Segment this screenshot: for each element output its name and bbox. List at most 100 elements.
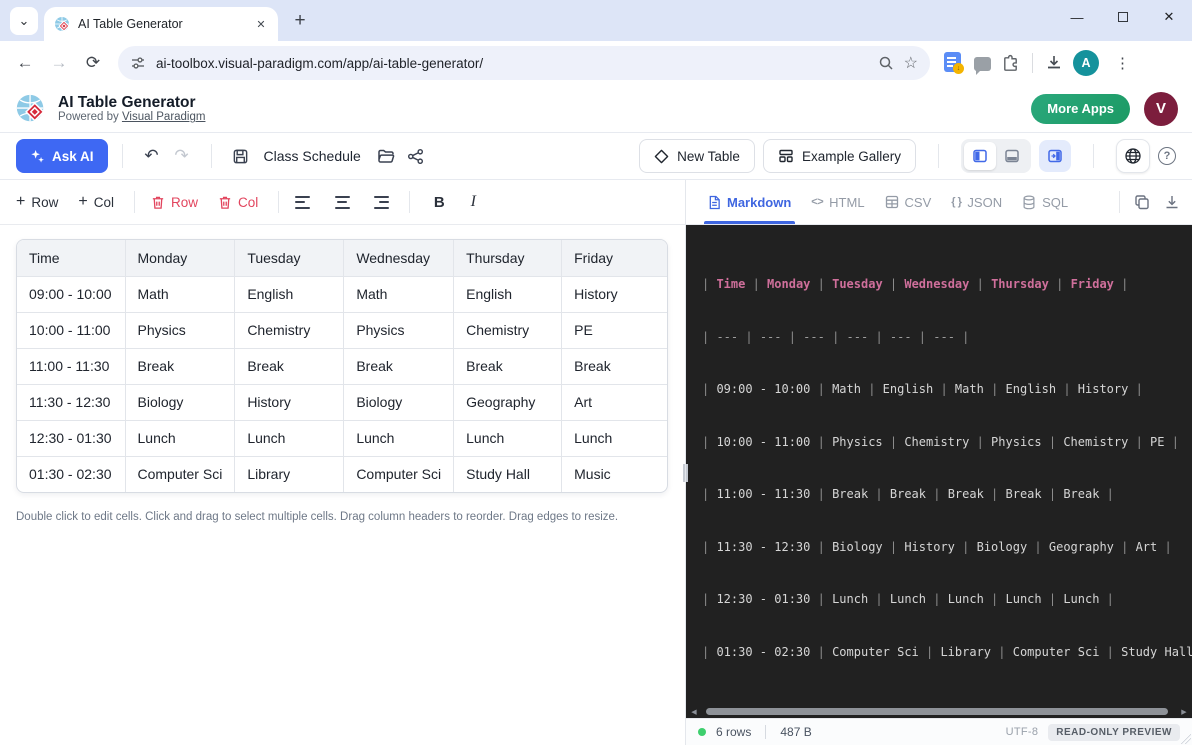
browser-profile-avatar[interactable]: A [1073, 50, 1099, 76]
new-tab-button[interactable]: + [286, 7, 314, 35]
browser-menu-button[interactable]: ⋮ [1109, 54, 1136, 72]
docs-extension-icon[interactable]: ↓ [944, 52, 964, 74]
scroll-right-icon[interactable]: ▶ [1176, 708, 1192, 716]
split-horizontal-button[interactable] [996, 142, 1028, 170]
cell[interactable]: Break [344, 348, 454, 384]
table-row[interactable]: 01:30 - 02:30Computer SciLibraryComputer… [17, 456, 667, 492]
add-row-button[interactable]: +Row [16, 193, 58, 211]
save-button[interactable] [226, 141, 256, 171]
reload-button[interactable]: ⟳ [78, 48, 108, 78]
cell[interactable]: Library [235, 456, 344, 492]
open-file-button[interactable] [371, 141, 401, 171]
cell[interactable]: Music [562, 456, 667, 492]
cell[interactable]: Math [125, 276, 235, 312]
user-avatar[interactable]: V [1144, 92, 1178, 126]
markdown-preview[interactable]: | Time | Monday | Tuesday | Wednesday | … [686, 225, 1192, 705]
copy-button[interactable] [1134, 194, 1150, 210]
resize-grip[interactable] [1181, 734, 1191, 744]
bookmark-star-icon[interactable]: ☆ [904, 53, 918, 73]
back-button[interactable]: ← [10, 48, 40, 78]
cell[interactable]: History [235, 384, 344, 420]
cell[interactable]: Study Hall [454, 456, 562, 492]
cell[interactable]: 10:00 - 11:00 [17, 312, 125, 348]
cell[interactable]: Lunch [235, 420, 344, 456]
italic-button[interactable]: I [460, 189, 486, 215]
bold-button[interactable]: B [426, 189, 452, 215]
visual-paradigm-link[interactable]: Visual Paradigm [122, 111, 206, 123]
maximize-button[interactable] [1100, 0, 1146, 34]
cell[interactable]: History [562, 276, 667, 312]
browser-tab[interactable]: AI Table Generator ✕ [44, 7, 278, 41]
downloads-icon[interactable] [1045, 54, 1063, 72]
minimize-button[interactable]: — [1054, 0, 1100, 34]
column-header[interactable]: Tuesday [235, 240, 344, 276]
cell[interactable]: Lunch [454, 420, 562, 456]
close-window-button[interactable]: ✕ [1146, 0, 1192, 34]
new-table-button[interactable]: New Table [639, 139, 755, 173]
cell[interactable]: Physics [125, 312, 235, 348]
chat-extension-icon[interactable] [974, 57, 991, 71]
zoom-icon[interactable] [878, 55, 894, 71]
toggle-preview-panel-button[interactable] [1039, 140, 1071, 172]
help-button[interactable]: ? [1158, 147, 1176, 165]
site-settings-icon[interactable] [130, 55, 146, 71]
tab-markdown[interactable]: Markdown [698, 180, 801, 224]
example-gallery-button[interactable]: Example Gallery [763, 139, 916, 173]
address-bar[interactable]: ai-toolbox.visual-paradigm.com/app/ai-ta… [118, 46, 930, 80]
cell[interactable]: Break [562, 348, 667, 384]
tab-json[interactable]: { } JSON [941, 180, 1012, 224]
tab-sql[interactable]: SQL [1012, 180, 1078, 224]
cell[interactable]: 09:00 - 10:00 [17, 276, 125, 312]
extensions-puzzle-icon[interactable] [1001, 54, 1020, 73]
forward-button[interactable]: → [44, 48, 74, 78]
tab-html[interactable]: <> HTML [801, 180, 874, 224]
table-header-row[interactable]: Time Monday Tuesday Wednesday Thursday F… [17, 240, 667, 276]
scrollbar-thumb[interactable] [706, 708, 1168, 715]
cell[interactable]: Break [454, 348, 562, 384]
cell[interactable]: 12:30 - 01:30 [17, 420, 125, 456]
cell[interactable]: 01:30 - 02:30 [17, 456, 125, 492]
column-header[interactable]: Thursday [454, 240, 562, 276]
cell[interactable]: English [454, 276, 562, 312]
tab-csv[interactable]: CSV [875, 180, 942, 224]
ask-ai-button[interactable]: Ask AI [16, 139, 108, 173]
redo-button[interactable]: ↷ [167, 141, 197, 171]
column-header[interactable]: Time [17, 240, 125, 276]
split-vertical-button[interactable] [964, 142, 996, 170]
delete-col-button[interactable]: Col [218, 195, 258, 210]
cell[interactable]: Biology [125, 384, 235, 420]
tab-search-button[interactable]: ⌄ [10, 7, 38, 35]
cell[interactable]: PE [562, 312, 667, 348]
scroll-left-icon[interactable]: ◀ [686, 708, 702, 716]
cell[interactable]: Computer Sci [125, 456, 235, 492]
table-row[interactable]: 12:30 - 01:30LunchLunchLunchLunchLunch [17, 420, 667, 456]
more-apps-button[interactable]: More Apps [1031, 94, 1130, 124]
cell[interactable]: Art [562, 384, 667, 420]
cell[interactable]: Math [344, 276, 454, 312]
cell[interactable]: Lunch [125, 420, 235, 456]
cell[interactable]: 11:00 - 11:30 [17, 348, 125, 384]
url-text[interactable]: ai-toolbox.visual-paradigm.com/app/ai-ta… [156, 56, 868, 71]
language-button[interactable] [1116, 139, 1150, 173]
table-row[interactable]: 09:00 - 10:00MathEnglishMathEnglishHisto… [17, 276, 667, 312]
cell[interactable]: Break [235, 348, 344, 384]
delete-row-button[interactable]: Row [151, 195, 198, 210]
table-row[interactable]: 10:00 - 11:00PhysicsChemistryPhysicsChem… [17, 312, 667, 348]
undo-button[interactable]: ↶ [137, 141, 167, 171]
cell[interactable]: Lunch [562, 420, 667, 456]
cell[interactable]: Geography [454, 384, 562, 420]
align-center-button[interactable] [331, 191, 353, 213]
align-left-button[interactable] [295, 191, 317, 213]
share-button[interactable] [401, 141, 431, 171]
table-row[interactable]: 11:00 - 11:30BreakBreakBreakBreakBreak [17, 348, 667, 384]
cell[interactable]: Chemistry [235, 312, 344, 348]
table-row[interactable]: 11:30 - 12:30BiologyHistoryBiologyGeogra… [17, 384, 667, 420]
cell[interactable]: Computer Sci [344, 456, 454, 492]
horizontal-scrollbar[interactable]: ◀ ▶ [686, 705, 1192, 718]
panel-resize-handle[interactable] [683, 464, 688, 482]
column-header[interactable]: Wednesday [344, 240, 454, 276]
download-button[interactable] [1164, 194, 1180, 210]
document-title[interactable]: Class Schedule [264, 148, 361, 164]
cell[interactable]: Break [125, 348, 235, 384]
cell[interactable]: Physics [344, 312, 454, 348]
